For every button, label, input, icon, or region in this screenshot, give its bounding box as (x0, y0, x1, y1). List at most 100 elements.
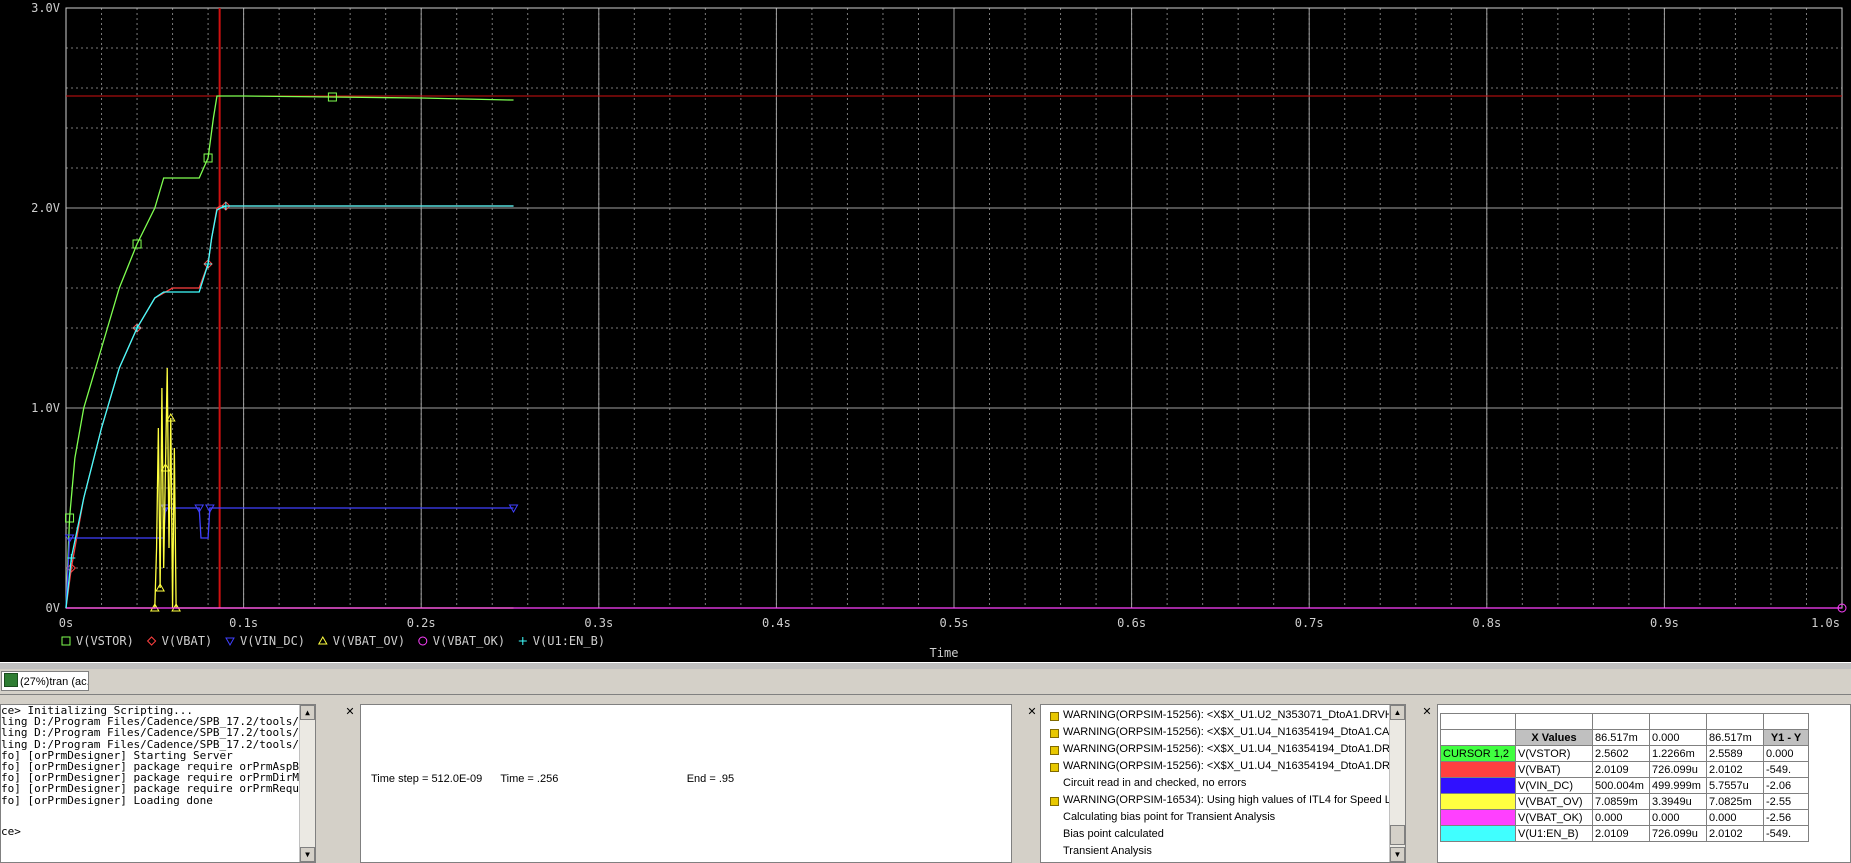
probe-row[interactable]: V(U1:EN_B) 2.0109 726.099u 2.0102 -549. (1440, 825, 1809, 842)
probe-value-cell: 500.004m (1592, 777, 1650, 794)
simulation-status-text: Time step = 512.0E-09 Time = .256 End = … (371, 773, 734, 785)
time-step-label: Time step = (371, 773, 429, 785)
probe-value-cell: 7.0825m (1706, 793, 1764, 810)
x-tick-label: 0.3s (584, 616, 613, 630)
legend-label: V(U1:EN_B) (533, 634, 605, 648)
message-item[interactable]: WARNING(ORPSIM-15256): <X$X_U1.U4_N16354… (1041, 724, 1405, 741)
probe-row[interactable]: V(VBAT) 2.0109 726.099u 2.0102 -549. (1440, 761, 1809, 778)
probe-header-cell: 0.000 (1649, 729, 1707, 746)
trace-color-swatch (1440, 809, 1516, 826)
command-console[interactable]: ce> Initializing Scripting... ling D:/Pro… (0, 704, 316, 863)
simulation-messages-pane[interactable]: WARNING(ORPSIM-15256): <X$X_U1.U2_N35307… (1040, 704, 1406, 863)
message-text: WARNING(ORPSIM-15256): <X$X_U1.U4_N16354… (1063, 743, 1398, 755)
trace-color-swatch (1440, 825, 1516, 842)
probe-value-cell: -549. (1763, 761, 1809, 778)
probe-value-cell: 726.099u (1649, 825, 1707, 842)
message-item[interactable]: Bias point calculated (1041, 826, 1405, 843)
x-tick-label: 0.9s (1650, 616, 1679, 630)
message-list: WARNING(ORPSIM-15256): <X$X_U1.U2_N35307… (1041, 705, 1405, 860)
trace-v-vstor (65, 95, 514, 609)
x-tick-label: 0.5s (940, 616, 969, 630)
legend-marker-icon (418, 636, 428, 646)
time-value: .256 (536, 773, 559, 785)
probe-value-cell: 726.099u (1649, 761, 1707, 778)
probe-row[interactable]: V(VBAT_OK) 0.000 0.000 0.000 -2.56 (1440, 809, 1809, 826)
probe-value-cell: 3.3949u (1649, 793, 1707, 810)
probe-blank-cell (1592, 713, 1650, 730)
plot-canvas[interactable]: 3.0V 2.0V 1.0V 0V0s 0.1s 0.2s 0.3s 0.4s 0.5s 0.6s… (0, 0, 1851, 662)
console-scrollbar[interactable]: ▲ ▼ (299, 705, 315, 862)
trace-color-swatch: CURSOR 1,2 (1440, 745, 1516, 762)
warning-icon (1050, 763, 1059, 772)
message-text: Bias point calculated (1063, 828, 1164, 840)
messages-scrollbar[interactable]: ▲ ▼ (1389, 705, 1405, 862)
probe-row[interactable]: V(VBAT_OV) 7.0859m 3.3949u 7.0825m -2.55 (1440, 793, 1809, 810)
y-tick-label: 0V (46, 601, 60, 615)
message-item[interactable]: WARNING(ORPSIM-15256): <X$X_U1.U4_N16354… (1041, 758, 1405, 775)
warning-icon (1050, 729, 1059, 738)
scroll-up-arrow-icon[interactable]: ▲ (1390, 705, 1405, 720)
console-line: ling D:/Program Files/Cadence/SPB_17.2/t… (1, 726, 300, 740)
legend-label: V(VBAT_OV) (333, 634, 405, 648)
warning-icon (1050, 746, 1059, 755)
probe-cursor-pane[interactable]: X Values 86.517m 0.000 86.517m Y1 - Y CURSOR … (1437, 704, 1851, 863)
message-text: WARNING(ORPSIM-16534): Using high values… (1063, 794, 1398, 806)
message-item[interactable]: Transient Analysis (1041, 843, 1405, 860)
probe-value-cell: 499.999m (1649, 777, 1707, 794)
probe-header-cell (1440, 729, 1516, 746)
message-item[interactable]: Circuit read in and checked, no errors (1041, 775, 1405, 792)
simulation-status-pane: Time step = 512.0E-09 Time = .256 End = … (360, 704, 1012, 863)
probe-blank-cell (1649, 713, 1707, 730)
x-tick-label: 0.1s (229, 616, 258, 630)
x-axis-label: Time (930, 646, 959, 660)
probe-value-cell: -2.55 (1763, 793, 1809, 810)
console-prompt[interactable]: ce> (1, 825, 315, 836)
probe-value-cell: 0.000 (1649, 809, 1707, 826)
y-tick-label: 2.0V (31, 201, 60, 215)
probe-header-cell: Y1 - Y (1763, 729, 1809, 746)
close-icon[interactable]: ✕ (1421, 706, 1433, 718)
document-tabbar: (27%)tran (ac... (0, 669, 1851, 695)
message-item[interactable]: WARNING(ORPSIM-16534): Using high values… (1041, 792, 1405, 809)
close-icon[interactable]: ✕ (1026, 706, 1038, 718)
waveform-icon (4, 673, 18, 687)
scroll-down-arrow-icon[interactable]: ▼ (1390, 847, 1405, 862)
x-tick-label: 0.4s (762, 616, 791, 630)
tab-tran-label: (27%)tran (ac... (20, 676, 89, 688)
message-item[interactable]: Calculating bias point for Transient Ana… (1041, 809, 1405, 826)
message-text: WARNING(ORPSIM-15256): <X$X_U1.U4_N16354… (1063, 760, 1398, 772)
trace-v-vin-dc (65, 507, 514, 609)
x-tick-label: 0.6s (1117, 616, 1146, 630)
scroll-up-arrow-icon[interactable]: ▲ (300, 705, 315, 720)
legend-marker-icon (317, 635, 328, 645)
probe-value-cell: -2.06 (1763, 777, 1809, 794)
message-item[interactable]: WARNING(ORPSIM-15256): <X$X_U1.U2_N35307… (1041, 707, 1405, 724)
probe-header-cell: 86.517m (1592, 729, 1650, 746)
pane-gutter-2: ✕ (1012, 704, 1040, 863)
legend-label: V(VIN_DC) (240, 634, 305, 648)
waveform-plot[interactable]: 3.0V 2.0V 1.0V 0V 0s 0.1s 0.2s 0.3s 0.4s 0.5s 0.6s… (0, 0, 1851, 662)
trace-v-u1-en-b (65, 205, 514, 609)
probe-value-cell: 0.000 (1763, 745, 1809, 762)
probe-row[interactable]: V(VIN_DC) 500.004m 499.999m 5.7557u -2.06 (1440, 777, 1809, 794)
warning-icon (1050, 712, 1059, 721)
close-icon[interactable]: ✕ (344, 706, 356, 718)
legend-marker-icon (61, 636, 71, 646)
scroll-thumb[interactable] (1390, 825, 1405, 845)
trace-color-swatch (1440, 761, 1516, 778)
probe-value-cell: V(U1:EN_B) (1515, 825, 1593, 842)
message-item[interactable]: WARNING(ORPSIM-15256): <X$X_U1.U4_N16354… (1041, 741, 1405, 758)
message-text: WARNING(ORPSIM-15256): <X$X_U1.U4_N16354… (1063, 726, 1397, 738)
scroll-down-arrow-icon[interactable]: ▼ (300, 847, 315, 862)
probe-value-cell: 2.0109 (1592, 761, 1650, 778)
probe-value-cell: 2.5589 (1706, 745, 1764, 762)
x-tick-label: 0.2s (407, 616, 436, 630)
tab-tran-simulation[interactable]: (27%)tran (ac... (1, 671, 89, 691)
x-tick-label: 0.8s (1472, 616, 1501, 630)
probe-row[interactable]: CURSOR 1,2 V(VSTOR) 2.5602 1.2266m 2.5589 0.0… (1440, 745, 1809, 762)
probe-blank-cell (1706, 713, 1764, 730)
pane-gutter-3: ✕ (1406, 704, 1437, 863)
probe-value-cell: -2.56 (1763, 809, 1809, 826)
console-line: fo] [orPrmDesigner] Loading done (1, 793, 213, 807)
probe-value-cell: V(VBAT) (1515, 761, 1593, 778)
